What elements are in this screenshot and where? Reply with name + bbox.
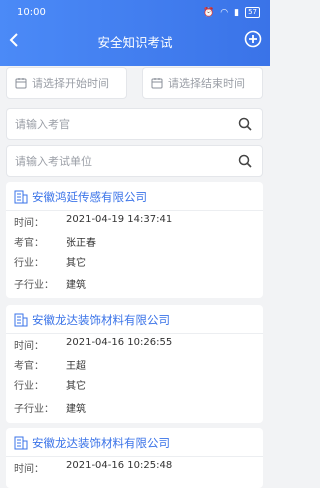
- battery-icon: 57: [245, 7, 260, 18]
- page-title: 安全知识考试: [97, 35, 173, 50]
- unit-placeholder: 请输入考试单位: [15, 155, 92, 168]
- sub-industry-value: 建筑: [66, 280, 86, 291]
- exam-time: 2021-04-16 10:26:55: [66, 337, 173, 348]
- exam-time: 2021-04-16 10:25:48: [66, 460, 173, 471]
- building-icon: [14, 436, 28, 450]
- time-row: 时间： 2021-04-16 10:26:55: [14, 337, 173, 352]
- industry-row: 行业： 其它: [14, 377, 86, 392]
- start-date-placeholder: 请选择开始时间: [32, 77, 109, 90]
- search-icon[interactable]: [238, 154, 252, 168]
- divider: [6, 210, 263, 211]
- sub-industry-row: 子行业： 建筑: [14, 400, 86, 415]
- status-bar: 10:00 ⏰ ◠ ▮ 57: [0, 0, 270, 26]
- nav-bar: 安全知识考试: [0, 26, 270, 58]
- divider: [6, 456, 263, 457]
- company-name: 安徽龙达装饰材料有限公司: [32, 436, 170, 450]
- examiner-row: 考官： 王超: [14, 357, 86, 372]
- status-time: 10:00: [17, 7, 46, 18]
- building-icon: [14, 313, 28, 327]
- calendar-icon: [151, 78, 163, 89]
- building-icon: [14, 190, 28, 204]
- examiner-search-input[interactable]: 请输入考官: [6, 108, 263, 140]
- examiner-name: 王超: [66, 361, 86, 372]
- examiner-name: 张正春: [66, 238, 96, 249]
- sub-industry-row: 子行业： 建筑: [14, 276, 86, 291]
- calendar-icon: [15, 78, 27, 89]
- time-row: 时间： 2021-04-16 10:25:48: [14, 460, 173, 475]
- start-date-field[interactable]: 请选择开始时间: [6, 67, 127, 99]
- sub-industry-value: 建筑: [66, 404, 86, 415]
- time-row: 时间： 2021-04-19 14:37:41: [14, 214, 173, 229]
- exam-record-card[interactable]: 安徽鸿延传感有限公司 时间： 2021-04-19 14:37:41 考官： 张正春…: [6, 182, 263, 298]
- plus-circle-icon: [244, 30, 262, 48]
- alarm-icon: ⏰: [203, 7, 215, 18]
- industry-row: 行业： 其它: [14, 254, 86, 269]
- app-header: 10:00 ⏰ ◠ ▮ 57 安全知识考试: [0, 0, 270, 66]
- examiner-row: 考官： 张正春: [14, 234, 96, 249]
- examiner-placeholder: 请输入考官: [15, 118, 70, 131]
- exam-record-card[interactable]: 安徽龙达装饰材料有限公司 时间： 2021-04-16 10:26:55 考官：王…: [6, 305, 263, 423]
- industry-value: 其它: [66, 258, 86, 269]
- end-date-placeholder: 请选择结束时间: [168, 77, 245, 90]
- end-date-field[interactable]: 请选择结束时间: [142, 67, 263, 99]
- company-name: 安徽龙达装饰材料有限公司: [32, 313, 170, 327]
- wifi-icon: ◠: [220, 7, 229, 18]
- search-icon[interactable]: [238, 117, 252, 131]
- company-name: 安徽鸿延传感有限公司: [32, 190, 147, 204]
- industry-value: 其它: [66, 381, 86, 392]
- exam-record-card[interactable]: 安徽龙达装饰材料有限公司 时间： 2021-04-16 10:25:48: [6, 428, 263, 488]
- divider: [6, 333, 263, 334]
- status-icons: ⏰ ◠ ▮ 57: [203, 7, 260, 18]
- unit-search-input[interactable]: 请输入考试单位: [6, 145, 263, 177]
- exam-time: 2021-04-19 14:37:41: [66, 214, 173, 225]
- signal-icon: ▮: [234, 7, 240, 18]
- add-button[interactable]: [244, 30, 262, 48]
